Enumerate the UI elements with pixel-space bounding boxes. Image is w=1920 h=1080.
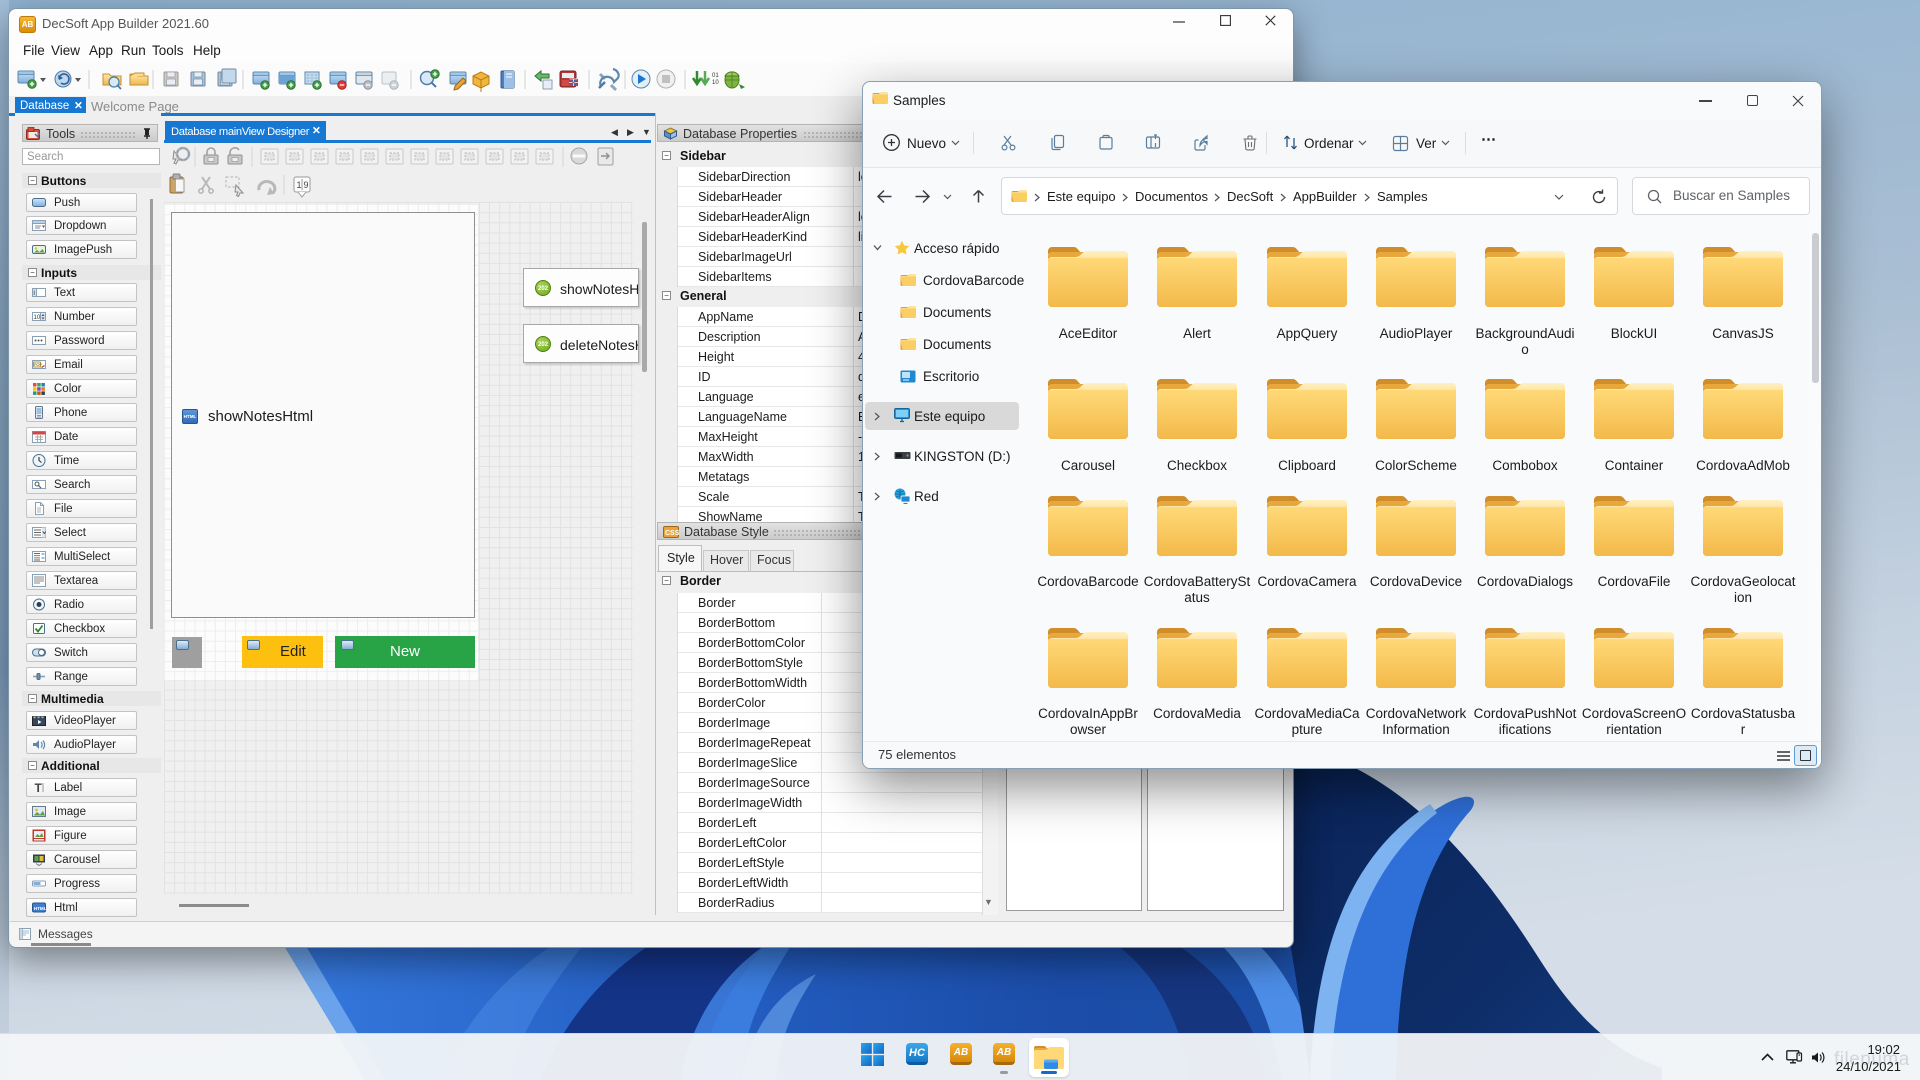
svg-text:01: 01 (712, 73, 719, 79)
svg-text:I: I (33, 290, 35, 297)
svg-text:CSS: CSS (665, 530, 679, 537)
svg-text:10: 10 (712, 80, 719, 86)
svg-text:HTML: HTML (34, 906, 46, 911)
svg-text:9: 9 (304, 180, 309, 190)
svg-text:T: T (35, 781, 43, 794)
svg-text:10: 10 (34, 315, 41, 321)
svg-text:1: 1 (297, 180, 302, 190)
svg-text:POP: POP (34, 363, 42, 367)
